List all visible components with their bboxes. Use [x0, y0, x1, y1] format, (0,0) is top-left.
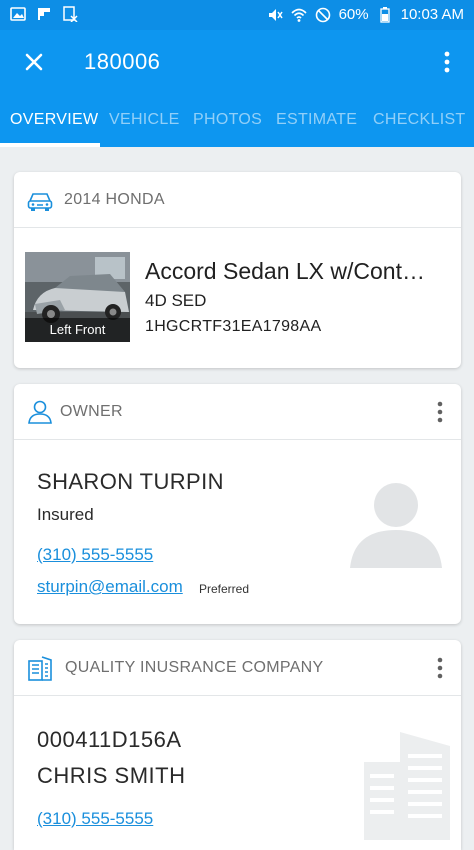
avatar-placeholder-icon	[350, 483, 442, 568]
policy-number: 000411D156A	[37, 727, 182, 752]
insurance-card: QUALITY INUSRANCE COMPANY 000411D156A CH…	[14, 640, 461, 850]
more-vert-icon[interactable]	[438, 50, 456, 74]
tab-overview[interactable]: OVERVIEW	[10, 111, 98, 129]
status-system-icons: 60% 10:03 AM	[267, 6, 464, 23]
car-icon	[27, 193, 53, 211]
battery-percentage: 60%	[338, 6, 369, 23]
owner-email-link[interactable]: sturpin@email.com	[37, 577, 183, 597]
owner-card: OWNER SHARON TURPIN Insured (310) 555-55…	[14, 384, 461, 624]
tab-indicator	[0, 143, 100, 147]
owner-role: Insured	[37, 505, 94, 524]
owner-phone-link[interactable]: (310) 555-5555	[37, 545, 153, 565]
tab-estimate[interactable]: ESTIMATE	[276, 111, 357, 129]
tab-bar: OVERVIEW VEHICLE PHOTOS ESTIMATE CHECKLI…	[0, 94, 474, 147]
document-block-icon	[63, 6, 78, 22]
insurance-card-header: QUALITY INUSRANCE COMPANY	[14, 640, 461, 696]
insurance-agent-name: CHRIS SMITH	[37, 763, 186, 788]
insurance-more-icon[interactable]	[435, 656, 445, 680]
building-watermark-icon	[364, 732, 450, 840]
vehicle-year-make: 2014 HONDA	[64, 191, 165, 208]
no-disturb-icon	[315, 7, 330, 22]
clock: 10:03 AM	[400, 6, 464, 23]
flipboard-icon	[38, 8, 50, 20]
tab-vehicle[interactable]: VEHICLE	[109, 111, 180, 129]
status-bar: 60% 10:03 AM	[0, 0, 474, 30]
wifi-icon	[291, 8, 307, 22]
vehicle-photo[interactable]: Left Front	[25, 252, 130, 342]
vehicle-vin: 1HGCRTF31EA1798AA	[145, 318, 322, 335]
photo-caption: Left Front	[25, 318, 130, 342]
owner-card-header: OWNER	[14, 384, 461, 440]
owner-header: OWNER	[60, 403, 123, 420]
app-bar: 180006	[0, 30, 474, 94]
vehicle-card-header: 2014 HONDA	[14, 172, 461, 228]
person-icon	[28, 400, 52, 424]
building-icon	[28, 656, 52, 681]
owner-more-icon[interactable]	[435, 400, 445, 424]
battery-icon	[379, 6, 390, 23]
email-preferred-label: Preferred	[199, 582, 250, 596]
gallery-icon	[10, 7, 26, 21]
vehicle-body-style: 4D SED	[145, 291, 207, 310]
vehicle-model: Accord Sedan LX w/Cont…	[145, 258, 425, 284]
insurance-company-name: QUALITY INUSRANCE COMPANY	[65, 659, 324, 676]
page-title: 180006	[84, 49, 161, 74]
owner-name: SHARON TURPIN	[37, 469, 224, 494]
status-notification-icons	[10, 6, 78, 22]
insurance-phone-link[interactable]: (310) 555-5555	[37, 809, 153, 829]
close-icon[interactable]	[20, 48, 48, 76]
mute-icon	[268, 8, 283, 21]
tab-photos[interactable]: PHOTOS	[193, 111, 262, 129]
vehicle-card[interactable]: 2014 HONDA Left Front Accord Sedan LX w/…	[14, 172, 461, 368]
tab-checklist[interactable]: CHECKLIST	[373, 111, 466, 129]
